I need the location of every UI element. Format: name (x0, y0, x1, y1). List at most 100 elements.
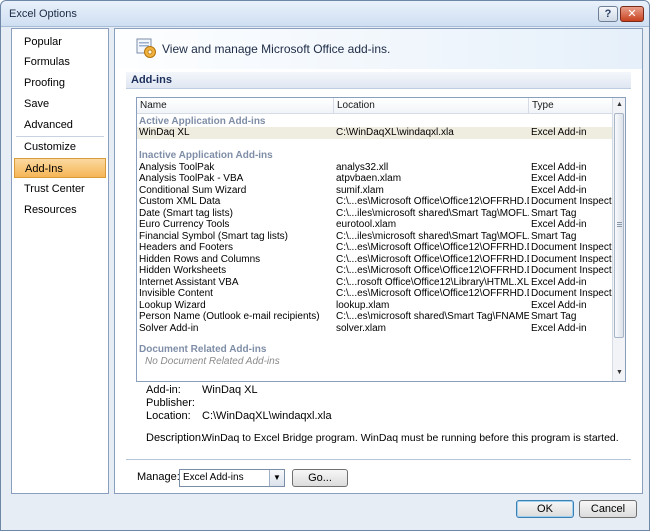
cell-type: Smart Tag (531, 230, 577, 242)
section-header: Add-ins (126, 72, 631, 89)
location-label: Location: (146, 410, 191, 422)
column-divider[interactable] (528, 98, 529, 114)
cell-type: Document Inspector (531, 196, 613, 207)
scroll-thumb[interactable] (614, 113, 624, 338)
excel-options-dialog: Excel Options ? ✕ Popular Formulas Proof… (0, 0, 650, 531)
table-row[interactable]: Hidden Worksheets C:\...es\Microsoft Offi… (137, 265, 613, 277)
table-row[interactable]: Euro Currency Tools eurotool.xlam Excel Ad… (137, 219, 612, 231)
sidebar-item-formulas[interactable]: Formulas (14, 52, 106, 72)
addin-label: Add-in: (146, 384, 181, 396)
cell-name: Date (Smart tag lists) (139, 207, 233, 219)
cell-location: C:\...es\microsoft shared\Smart Tag\FNAM… (336, 311, 529, 322)
close-button[interactable]: ✕ (620, 6, 644, 22)
manage-dropdown[interactable]: Excel Add-ins ▼ (179, 469, 285, 487)
cell-type: Smart Tag (531, 207, 577, 219)
list-header: Name Location Type (137, 98, 612, 114)
publisher-label: Publisher: (146, 397, 195, 409)
sidebar-item-customize[interactable]: Customize (14, 137, 106, 157)
table-row[interactable]: Lookup Wizard lookup.xlam Excel Add-in (137, 300, 612, 312)
table-row[interactable]: Conditional Sum Wizard sumif.xlam Excel Ad… (137, 185, 612, 197)
manage-divider (126, 459, 631, 460)
sidebar-item-advanced[interactable]: Advanced (14, 115, 106, 135)
manage-selected-value: Excel Add-ins (183, 472, 244, 483)
sidebar-item-save[interactable]: Save (14, 94, 106, 114)
cell-location: atpvbaen.xlam (336, 173, 402, 184)
window-title: Excel Options (9, 8, 77, 20)
addins-panel: View and manage Microsoft Office add-ins… (114, 28, 643, 494)
empty-note: No Document Related Add-ins (145, 356, 280, 367)
chevron-down-icon[interactable]: ▼ (269, 470, 284, 486)
cell-location: C:\...es\Microsoft Office\Office12\OFFRH… (336, 265, 529, 276)
scroll-up-icon[interactable]: ▲ (613, 98, 625, 111)
column-header-location[interactable]: Location (337, 100, 375, 111)
cell-location: C:\...es\Microsoft Office\Office12\OFFRH… (336, 242, 529, 253)
table-row[interactable]: Internet Assistant VBA C:\...rosoft Offic… (137, 277, 612, 289)
table-row[interactable]: Financial Symbol (Smart tag lists) C:\...… (137, 231, 612, 243)
addins-list[interactable]: Name Location Type Active Application Ad… (136, 97, 626, 382)
cell-location: lookup.xlam (336, 299, 390, 311)
sidebar-item-trust-center[interactable]: Trust Center (14, 179, 106, 199)
table-row[interactable]: Analysis ToolPak - VBA atpvbaen.xlam Excel… (137, 173, 612, 185)
cell-name: Internet Assistant VBA (139, 276, 239, 288)
cancel-button[interactable]: Cancel (579, 500, 637, 518)
cell-location: C:\...es\Microsoft Office\Office12\OFFRH… (336, 196, 529, 207)
help-icon: ? (604, 8, 612, 20)
cell-location: sumif.xlam (336, 184, 384, 196)
cell-location: eurotool.xlam (336, 219, 397, 230)
go-button[interactable]: Go... (292, 469, 348, 487)
description-value: WinDaq to Excel Bridge program. WinDaq m… (202, 432, 619, 444)
table-row[interactable]: Headers and Footers C:\...es\Microsoft Of… (137, 242, 613, 254)
table-row[interactable]: Custom XML Data C:\...es\Microsoft Office… (137, 196, 613, 208)
cell-name: Analysis ToolPak - VBA (139, 173, 244, 184)
cell-name: Person Name (Outlook e-mail recipients) (139, 311, 320, 322)
cell-location: C:\WinDaqXL\windaqxl.xla (336, 127, 454, 138)
cell-type: Document Inspector (531, 242, 613, 253)
table-row[interactable]: Solver Add-in solver.xlam Excel Add-in (137, 323, 612, 335)
cell-name: Solver Add-in (139, 322, 199, 334)
addin-value: WinDaq XL (202, 384, 258, 396)
cell-type: Excel Add-in (531, 184, 587, 196)
column-header-name[interactable]: Name (140, 100, 167, 111)
manage-label: Manage: (137, 471, 180, 483)
table-row[interactable]: Hidden Rows and Columns C:\...es\Microsof… (137, 253, 613, 266)
help-button[interactable]: ? (598, 6, 618, 22)
title-bar[interactable]: Excel Options ? ✕ (1, 1, 649, 27)
table-row[interactable]: Invisible Content C:\...es\Microsoft Offi… (137, 288, 613, 300)
cell-type: Document Inspector (531, 253, 613, 265)
cell-type: Document Inspector (531, 265, 613, 276)
cell-name: Analysis ToolPak (139, 161, 215, 173)
cell-type: Excel Add-in (531, 161, 587, 173)
banner-text: View and manage Microsoft Office add-ins… (162, 42, 391, 56)
grip-line (617, 224, 622, 225)
cell-location: C:\...iles\microsoft shared\Smart Tag\MO… (336, 230, 529, 242)
addins-gear-icon (136, 38, 156, 58)
sidebar-item-popular[interactable]: Popular (14, 32, 106, 52)
description-label: Description: (146, 432, 205, 444)
cell-name: Financial Symbol (Smart tag lists) (139, 230, 288, 242)
vertical-scrollbar[interactable]: ▲ ▼ (612, 98, 625, 381)
sidebar-item-add-ins[interactable]: Add-Ins (14, 158, 106, 178)
cell-location: C:\...iles\microsoft shared\Smart Tag\MO… (336, 207, 529, 219)
cell-name: Headers and Footers (139, 242, 233, 253)
cell-location: C:\...es\Microsoft Office\Office12\OFFRH… (336, 288, 529, 299)
ok-button[interactable]: OK (516, 500, 574, 518)
sidebar-item-proofing[interactable]: Proofing (14, 73, 106, 93)
cell-name: Conditional Sum Wizard (139, 184, 247, 196)
sidebar-item-resources[interactable]: Resources (14, 200, 106, 220)
cell-type: Excel Add-in (531, 299, 587, 311)
close-icon: ✕ (627, 8, 637, 20)
cell-type: Excel Add-in (531, 322, 587, 334)
column-divider[interactable] (333, 98, 334, 114)
table-row[interactable]: WinDaq XL C:\WinDaqXL\windaqxl.xla Excel… (137, 127, 612, 139)
table-row[interactable]: Analysis ToolPak analys32.xll Excel Add-in (137, 162, 612, 174)
table-row[interactable]: Person Name (Outlook e-mail recipients) C… (137, 311, 612, 323)
group-header-inactive: Inactive Application Add-ins (139, 150, 273, 161)
scroll-down-icon[interactable]: ▼ (613, 366, 625, 379)
table-row[interactable]: Date (Smart tag lists) C:\...iles\microso… (137, 208, 612, 220)
grip-line (617, 222, 622, 223)
cell-location: C:\...es\Microsoft Office\Office12\OFFRH… (336, 253, 529, 265)
cell-name: Invisible Content (139, 288, 213, 299)
cell-type: Smart Tag (531, 311, 577, 322)
section-title: Add-ins (131, 74, 172, 86)
column-header-type[interactable]: Type (532, 100, 554, 111)
